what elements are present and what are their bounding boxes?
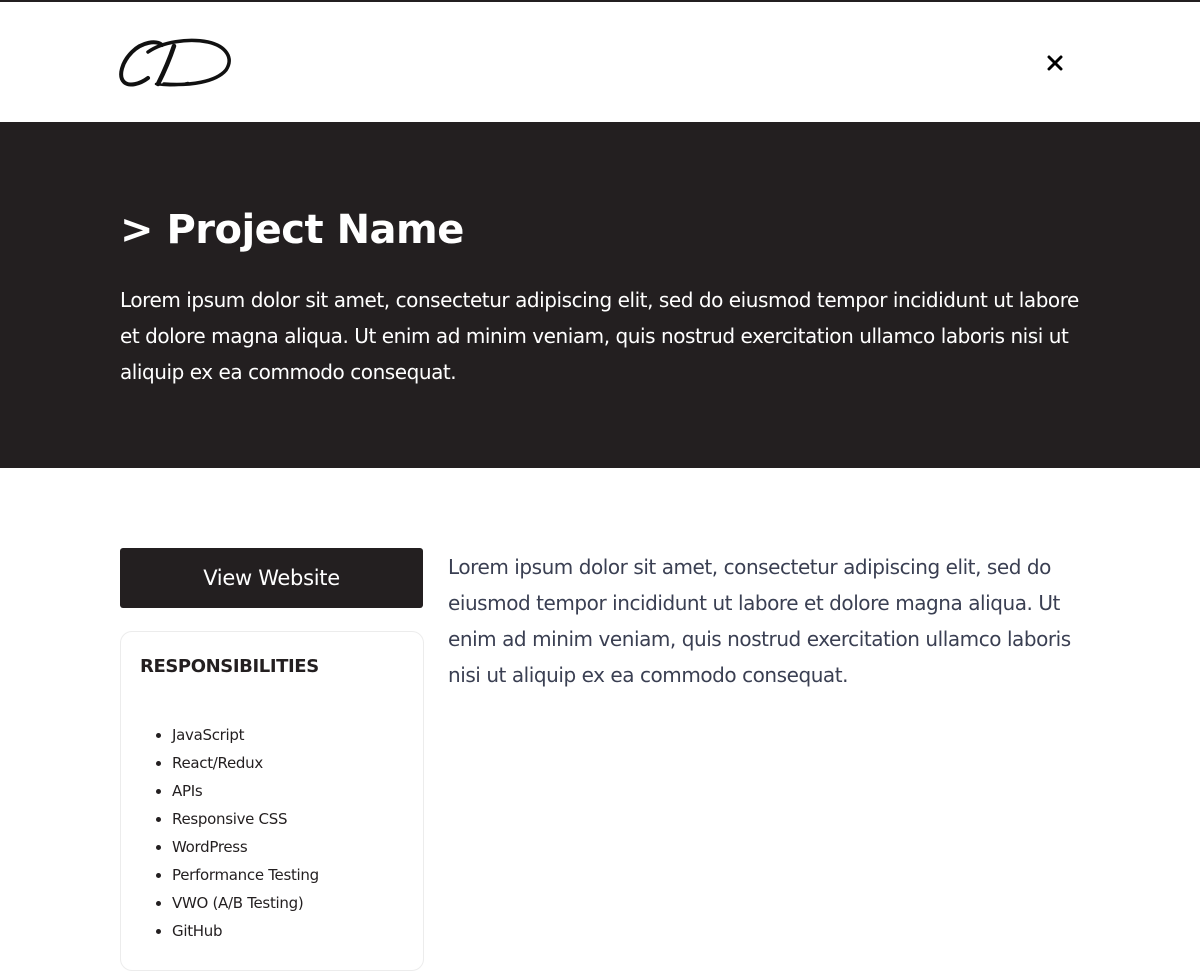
list-item: GitHub [156, 917, 319, 945]
responsibilities-list: JavaScript React/Redux APIs Responsive C… [156, 721, 319, 945]
project-hero: > Project Name Lorem ipsum dolor sit ame… [0, 122, 1200, 468]
responsibilities-heading: RESPONSIBILITIES [140, 656, 319, 677]
list-item: VWO (A/B Testing) [156, 889, 319, 917]
site-header [0, 2, 1200, 122]
cd-signature-logo [119, 38, 231, 87]
list-item: APIs [156, 777, 319, 805]
list-item: WordPress [156, 833, 319, 861]
list-item: Responsive CSS [156, 805, 319, 833]
project-summary: Lorem ipsum dolor sit amet, consectetur … [120, 288, 1079, 384]
view-website-button[interactable]: View Website [120, 548, 423, 608]
list-item: JavaScript [156, 721, 319, 749]
close-icon [1047, 55, 1063, 71]
list-item: React/Redux [156, 749, 319, 777]
close-button[interactable] [1042, 50, 1068, 76]
responsibilities-card: RESPONSIBILITIES JavaScript React/Redux … [120, 631, 424, 971]
project-description: Lorem ipsum dolor sit amet, consectetur … [448, 555, 1071, 687]
logo-link[interactable] [118, 36, 236, 90]
list-item: Performance Testing [156, 861, 319, 889]
project-title: > Project Name [120, 207, 464, 253]
